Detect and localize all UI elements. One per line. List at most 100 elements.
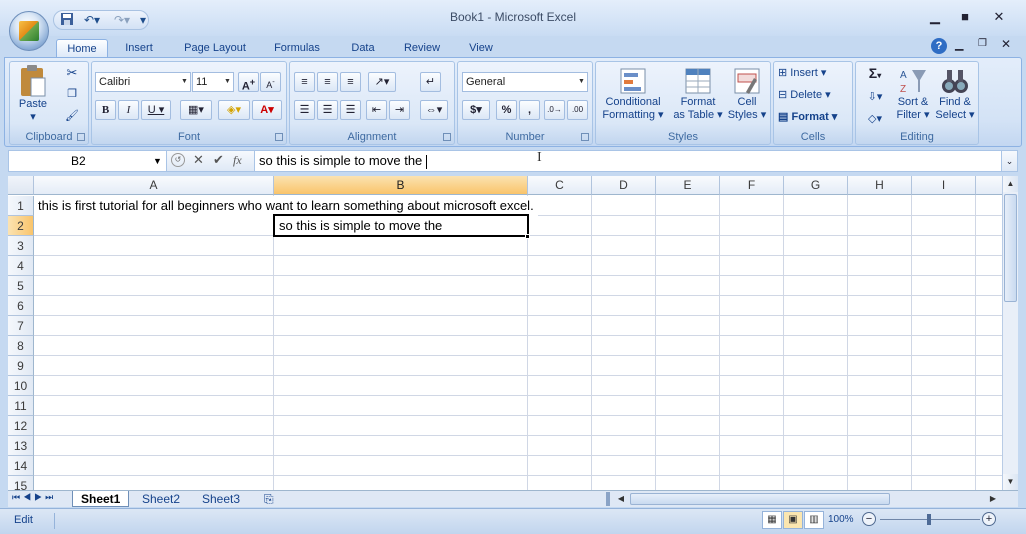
enter-icon[interactable]: ✔: [213, 152, 224, 168]
column-header-b[interactable]: B: [274, 176, 528, 195]
align-bottom-icon[interactable]: ≡: [340, 72, 361, 92]
column-header-e[interactable]: E: [656, 176, 720, 195]
align-right-icon[interactable]: ☰: [340, 100, 361, 120]
align-middle-icon[interactable]: ≡: [317, 72, 338, 92]
cut-icon[interactable]: ✂: [64, 66, 80, 79]
clear-icon[interactable]: ◇▾: [862, 113, 888, 126]
ribbon-restore-icon[interactable]: ❐: [978, 38, 987, 49]
conditional-formatting-button[interactable]: Conditional Formatting ▾: [600, 66, 666, 122]
zoom-out-icon[interactable]: −: [862, 512, 876, 526]
close-button[interactable]: ✕: [986, 8, 1012, 26]
paste-button[interactable]: Paste ▾: [14, 64, 52, 128]
row-header-11[interactable]: 11: [8, 396, 34, 416]
font-color-icon[interactable]: A▾: [252, 100, 282, 120]
format-painter-icon[interactable]: 🖌: [64, 110, 80, 123]
tab-review[interactable]: Review: [398, 39, 446, 58]
undo-icon[interactable]: ↶▾: [80, 13, 104, 28]
insert-sheet-icon[interactable]: ⎘: [256, 491, 282, 507]
sheet-tab-sheet1[interactable]: Sheet1: [72, 491, 130, 507]
save-icon[interactable]: [60, 13, 74, 28]
clipboard-launcher-icon[interactable]: [77, 133, 85, 141]
sheet-nav-icons[interactable]: ⏮◀▶⏭: [12, 492, 56, 503]
tab-split-handle[interactable]: [606, 492, 610, 506]
minimize-button[interactable]: ▁: [922, 8, 948, 26]
zoom-slider-thumb[interactable]: [927, 514, 931, 525]
sheet-tab-sheet2[interactable]: Sheet2: [134, 491, 188, 507]
scroll-thumb[interactable]: [1004, 194, 1017, 302]
copy-icon[interactable]: ❐: [64, 88, 80, 101]
insert-cells-button[interactable]: ⊞ Insert ▾: [778, 67, 850, 80]
find-select-button[interactable]: Find & Select ▾: [934, 66, 976, 122]
tab-page-layout[interactable]: Page Layout: [176, 39, 254, 58]
row-header-13[interactable]: 13: [8, 436, 34, 456]
row-header-4[interactable]: 4: [8, 256, 34, 276]
orientation-icon[interactable]: ↗▾: [368, 72, 396, 92]
normal-view-icon[interactable]: ▦: [762, 511, 782, 529]
name-box[interactable]: B2 ▼: [9, 151, 167, 171]
decrease-decimal-icon[interactable]: .00: [567, 100, 588, 120]
italic-button[interactable]: I: [118, 100, 139, 120]
tab-insert[interactable]: Insert: [116, 39, 162, 58]
row-header-3[interactable]: 3: [8, 236, 34, 256]
ribbon-close-icon[interactable]: ✕: [1001, 37, 1011, 51]
scroll-up-icon[interactable]: ▲: [1003, 176, 1018, 192]
column-header-d[interactable]: D: [592, 176, 656, 195]
cell-styles-button[interactable]: Cell Styles ▾: [726, 66, 768, 122]
tab-formulas[interactable]: Formulas: [266, 39, 328, 58]
active-cell-b2[interactable]: so this is simple to move the: [273, 214, 529, 237]
column-header-a[interactable]: A: [34, 176, 274, 195]
bold-button[interactable]: B: [95, 100, 116, 120]
fill-icon[interactable]: ⇩▾: [862, 91, 888, 104]
expand-formula-bar-icon[interactable]: ⌄: [1001, 151, 1017, 171]
wrap-text-icon[interactable]: ↵: [420, 72, 441, 92]
scroll-left-icon[interactable]: ◀: [614, 492, 628, 506]
office-button[interactable]: [9, 11, 49, 51]
worksheet-grid[interactable]: A B C D E F G H I 1 2 3 4 5 6 7 8 9 10 1…: [8, 176, 1002, 490]
currency-icon[interactable]: $▾: [462, 100, 490, 120]
cancel-icon[interactable]: ✕: [193, 152, 204, 168]
zoom-in-icon[interactable]: +: [982, 512, 996, 526]
number-format-combo[interactable]: General ▼: [462, 72, 588, 92]
shrink-font-icon[interactable]: A-: [260, 72, 281, 92]
format-as-table-button[interactable]: Format as Table ▾: [670, 66, 726, 122]
column-header-i[interactable]: I: [912, 176, 976, 195]
format-cells-button[interactable]: ▤ Format ▾: [778, 111, 850, 124]
row-header-12[interactable]: 12: [8, 416, 34, 436]
comma-icon[interactable]: ,: [519, 100, 540, 120]
cell-a1[interactable]: this is first tutorial for all beginners…: [34, 196, 538, 216]
ribbon-minimize-icon[interactable]: ▁: [955, 38, 963, 51]
scroll-right-icon[interactable]: ▶: [986, 492, 1000, 506]
row-header-15[interactable]: 15: [8, 476, 34, 490]
delete-cells-button[interactable]: ⊟ Delete ▾: [778, 89, 850, 102]
column-header-j[interactable]: [976, 176, 1002, 195]
increase-indent-icon[interactable]: ⇥: [389, 100, 410, 120]
tab-data[interactable]: Data: [340, 39, 386, 58]
autosum-icon[interactable]: Σ▾: [862, 66, 888, 82]
sheet-tab-sheet3[interactable]: Sheet3: [194, 491, 248, 507]
borders-icon[interactable]: ▦▾: [180, 100, 212, 120]
row-header-10[interactable]: 10: [8, 376, 34, 396]
insert-function-icon[interactable]: fx: [233, 153, 242, 168]
column-header-c[interactable]: C: [528, 176, 592, 195]
column-header-g[interactable]: G: [784, 176, 848, 195]
scroll-down-icon[interactable]: ▼: [1003, 474, 1018, 490]
customize-icon[interactable]: ▾: [138, 13, 148, 28]
align-center-icon[interactable]: ☰: [317, 100, 338, 120]
horizontal-scroll-thumb[interactable]: [630, 493, 890, 505]
row-header-1[interactable]: 1: [8, 196, 34, 216]
grow-font-icon[interactable]: A+: [238, 72, 259, 93]
formula-input[interactable]: so this is simple to move the: [259, 151, 428, 171]
align-left-icon[interactable]: ☰: [294, 100, 315, 120]
font-size-combo[interactable]: 11 ▼: [192, 72, 234, 92]
help-icon[interactable]: ?: [931, 38, 947, 54]
tab-view[interactable]: View: [458, 39, 504, 58]
column-header-h[interactable]: H: [848, 176, 912, 195]
redo-icon[interactable]: ↷▾: [110, 13, 134, 28]
row-header-9[interactable]: 9: [8, 356, 34, 376]
decrease-indent-icon[interactable]: ⇤: [366, 100, 387, 120]
name-box-dropdown-icon[interactable]: ▼: [153, 151, 162, 171]
page-layout-view-icon[interactable]: ▣: [783, 511, 803, 529]
font-launcher-icon[interactable]: [275, 133, 283, 141]
percent-icon[interactable]: %: [496, 100, 517, 120]
row-header-8[interactable]: 8: [8, 336, 34, 356]
